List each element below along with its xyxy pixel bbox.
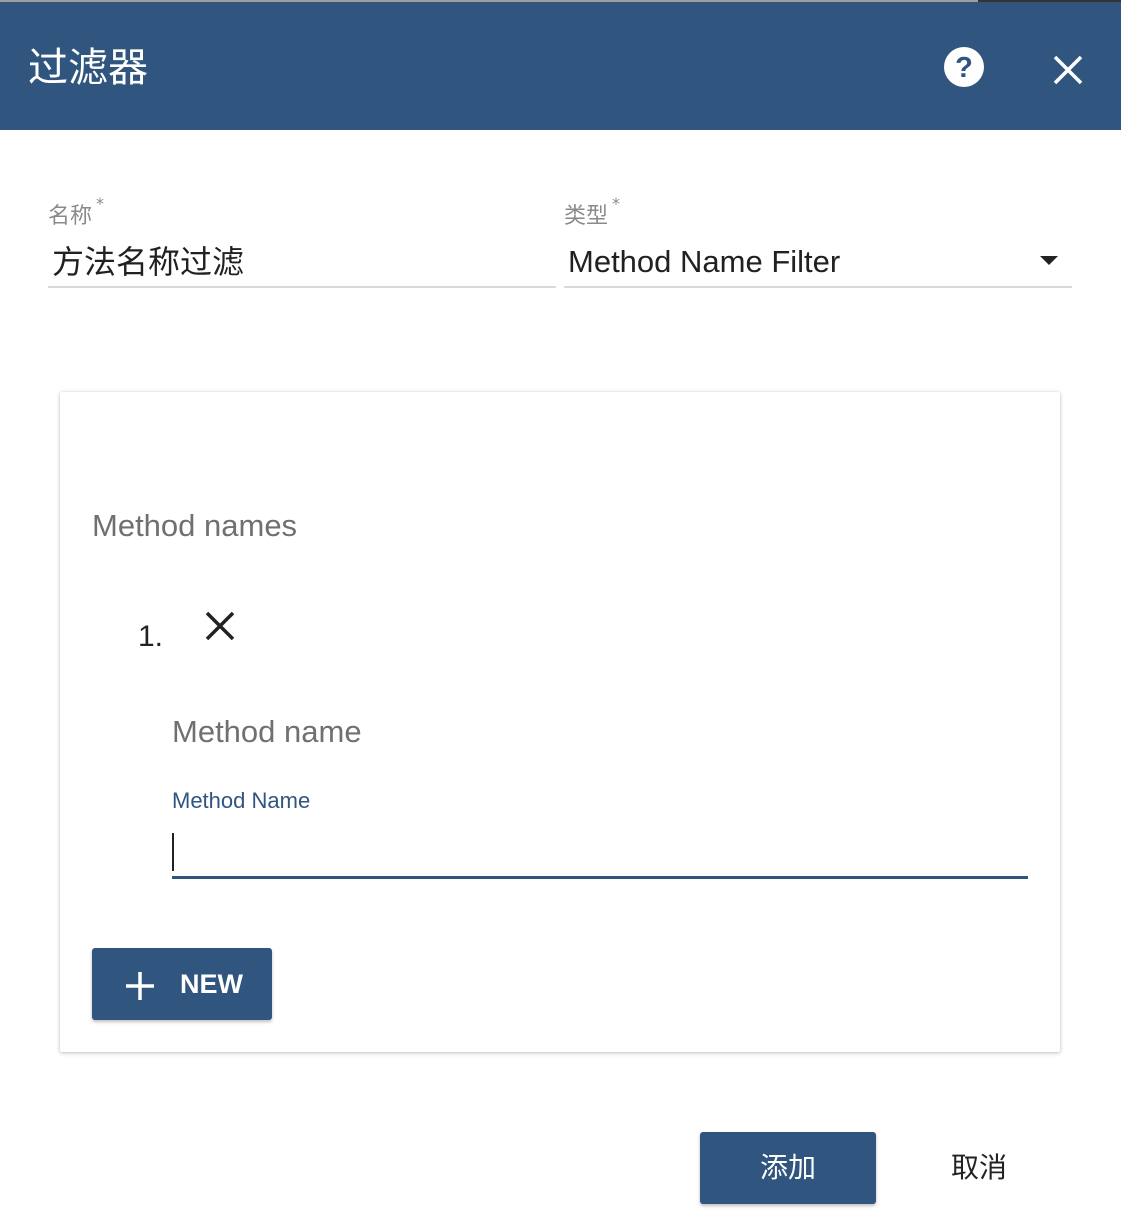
- method-names-title: Method names: [92, 508, 298, 543]
- type-field-label: 类型*: [564, 194, 620, 230]
- add-button[interactable]: 添加: [700, 1132, 876, 1204]
- remove-item-icon[interactable]: [202, 608, 238, 644]
- text-caret: [172, 833, 174, 871]
- plus-icon: [126, 972, 154, 1000]
- new-button-label: NEW: [180, 969, 243, 999]
- dropdown-arrow-icon[interactable]: [1040, 256, 1058, 265]
- name-field[interactable]: 方法名称过滤: [48, 236, 556, 288]
- name-field-label: 名称*: [48, 194, 104, 230]
- cancel-button[interactable]: 取消: [904, 1132, 1054, 1204]
- close-icon[interactable]: [1046, 48, 1090, 92]
- name-label-text: 名称: [48, 204, 93, 229]
- help-icon[interactable]: ?: [943, 46, 985, 88]
- new-item-button[interactable]: NEW: [92, 948, 272, 1020]
- dialog-header: 过滤器 ?: [0, 2, 1121, 130]
- method-name-input[interactable]: [172, 828, 1028, 879]
- name-field-value: 方法名称过滤: [52, 243, 245, 281]
- dialog-title: 过滤器: [28, 45, 148, 91]
- type-select-value: Method Name Filter: [568, 244, 841, 279]
- method-name-subtitle: Method name: [172, 714, 362, 749]
- method-names-card: Method names 1. Method name Method Name …: [60, 392, 1060, 1052]
- type-label-text: 类型: [564, 204, 609, 229]
- svg-text:?: ?: [955, 52, 973, 84]
- required-mark: *: [96, 194, 105, 213]
- required-mark: *: [612, 194, 621, 213]
- list-item-number: 1.: [138, 620, 164, 653]
- method-name-input-label: Method Name: [172, 788, 311, 813]
- type-select[interactable]: Method Name Filter: [564, 236, 1072, 288]
